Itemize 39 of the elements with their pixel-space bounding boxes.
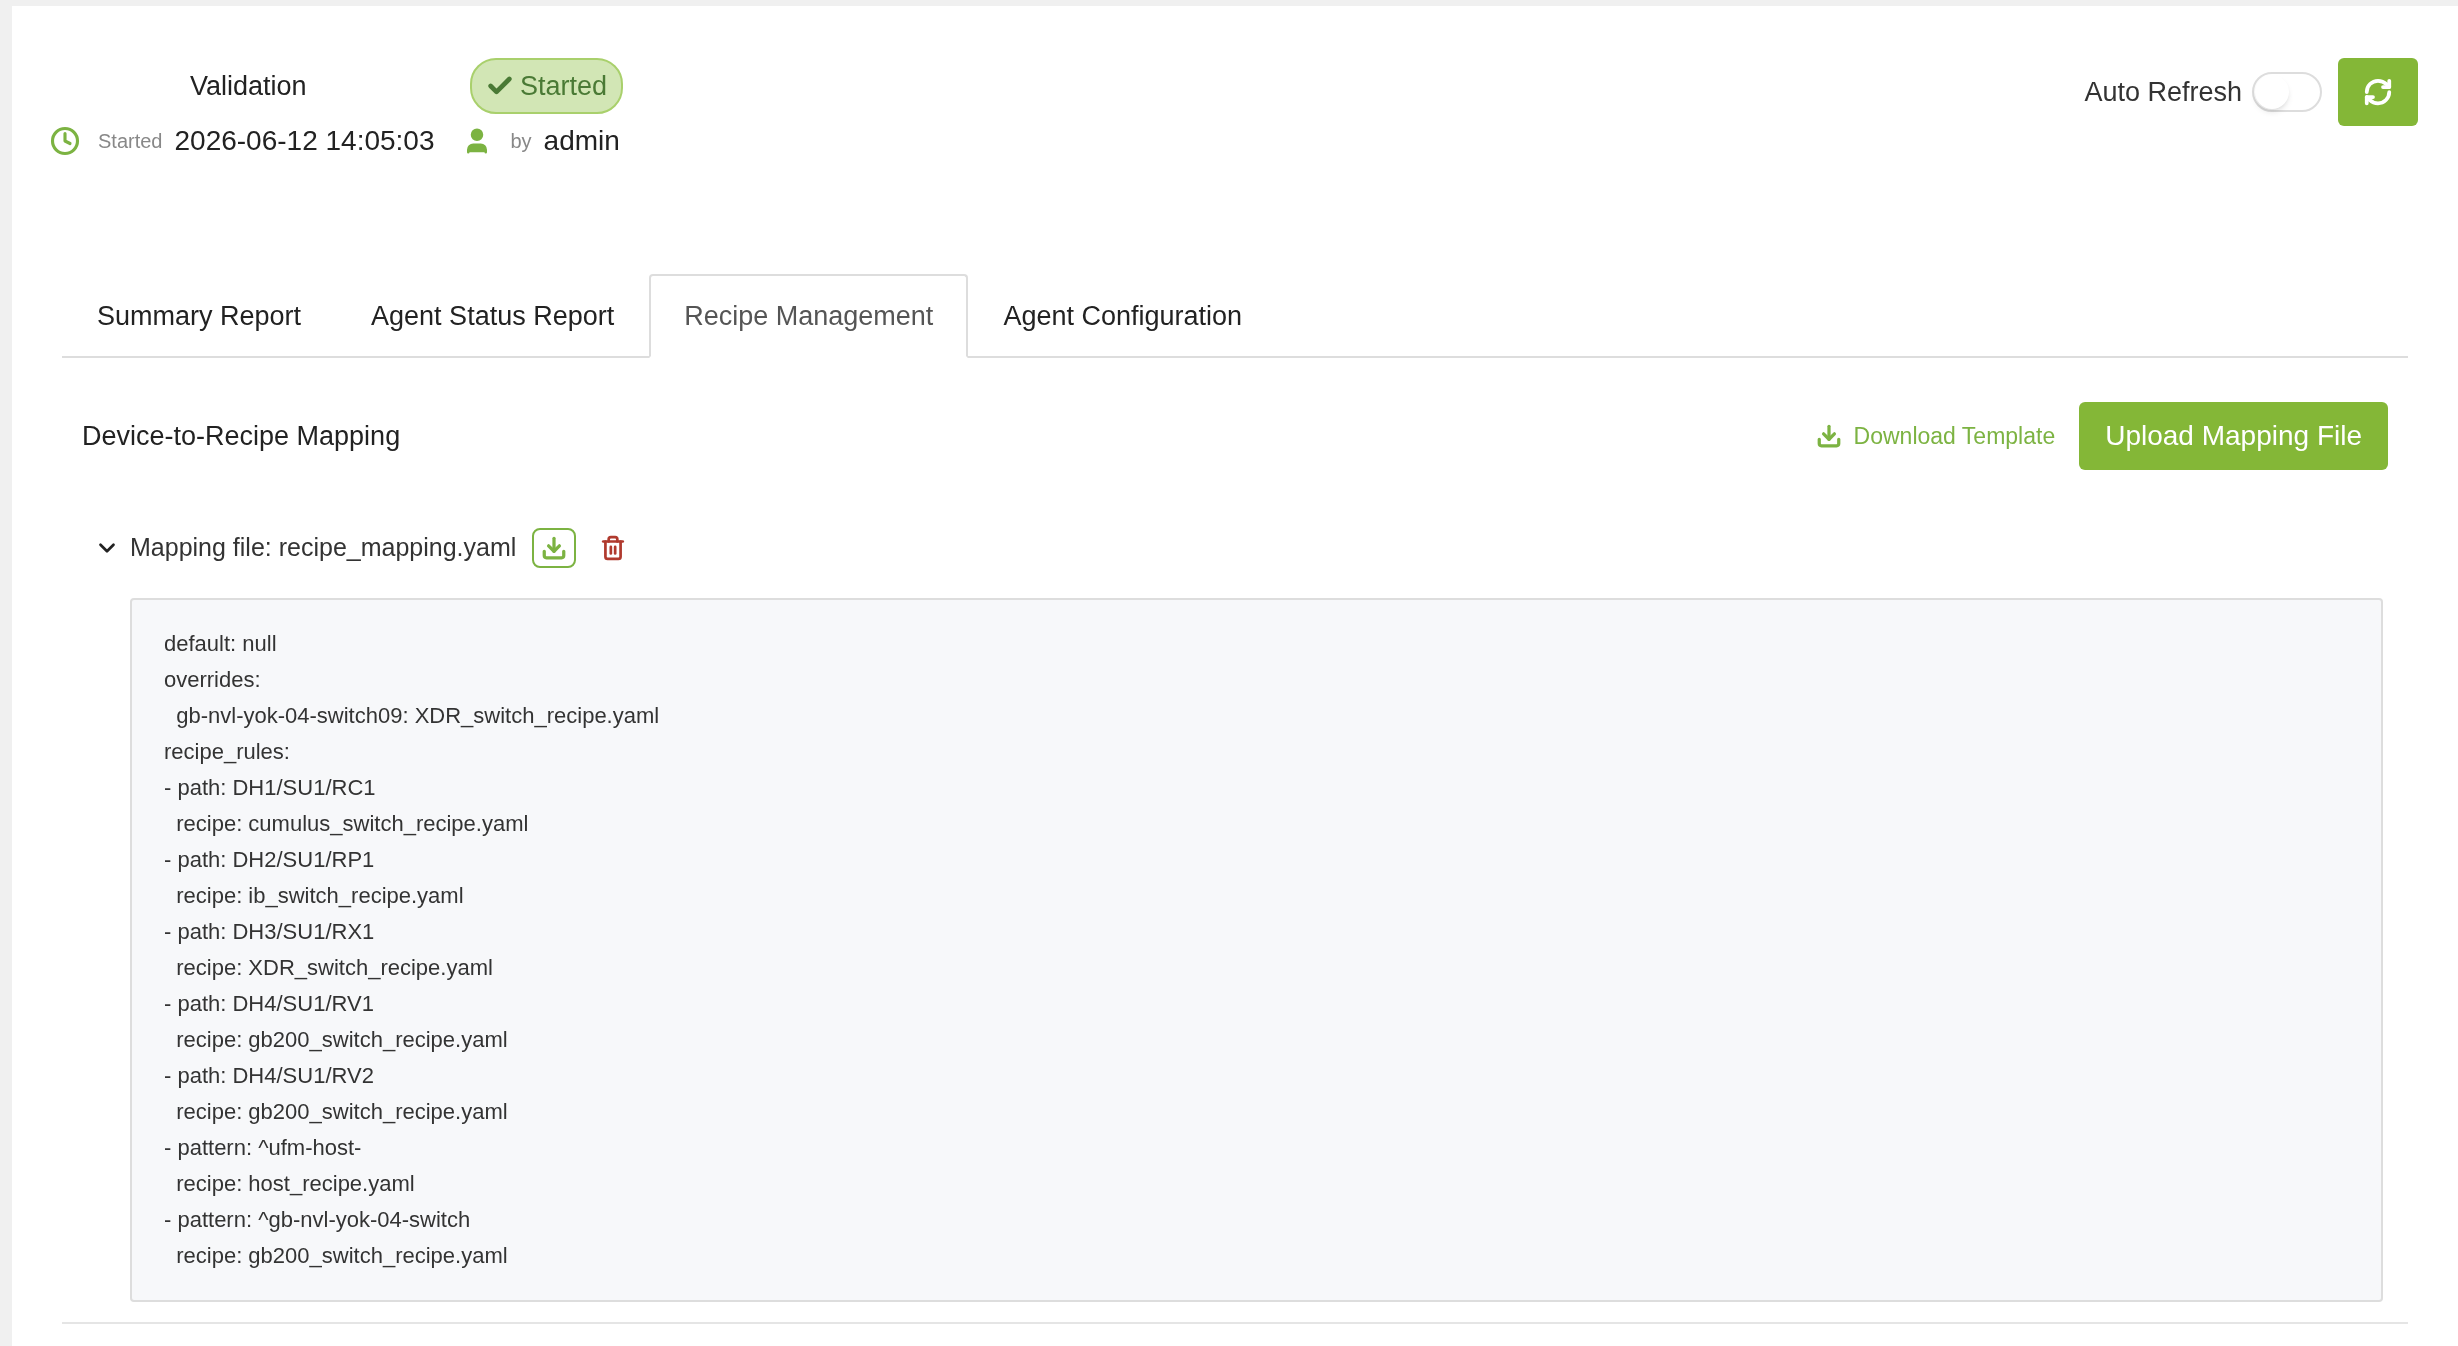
user-name: admin — [543, 124, 620, 158]
code-line: recipe: host_recipe.yaml — [175, 1170, 415, 1198]
code-line: recipe: ib_switch_recipe.yaml — [175, 882, 464, 910]
code-line: - path: DH2/SU1/RP1 — [164, 846, 375, 874]
refresh-icon — [2363, 77, 2393, 107]
tab[interactable]: Agent Configuration — [968, 274, 1278, 358]
code-line: gb-nvl-yok-04-switch09: XDR_switch_recipe.yaml — [175, 702, 660, 730]
code-line: - path: DH4/SU1/RV1 — [164, 990, 374, 1018]
download-button[interactable] — [532, 528, 577, 568]
status-badge: Started — [470, 58, 624, 114]
code-line: - pattern: ^ufm-host- — [164, 1134, 362, 1162]
delete-icon[interactable] — [600, 535, 627, 561]
started-label: Started — [98, 129, 163, 154]
clock-icon — [50, 126, 80, 156]
code-line: recipe_rules: — [164, 738, 290, 766]
download-icon — [1815, 423, 1842, 449]
page-title: Validation — [190, 69, 308, 103]
code-line: - pattern: ^gb-nvl-yok-04-switch — [164, 1206, 471, 1234]
code-line: recipe: gb200_switch_recipe.yaml — [175, 1242, 508, 1270]
section-title: Device-to-Recipe Mapping — [82, 419, 401, 453]
code-line: - path: DH4/SU1/RV2 — [164, 1062, 374, 1090]
started-time: 2026-06-12 14:05:03 — [174, 124, 435, 158]
code-line: recipe: gb200_switch_recipe.yaml — [175, 1098, 508, 1126]
tab[interactable]: Recipe Management — [649, 274, 969, 358]
tab[interactable]: Summary Report — [62, 274, 337, 358]
code-line: recipe: cumulus_switch_recipe.yaml — [175, 810, 529, 838]
code-line: - path: DH3/SU1/RX1 — [164, 918, 375, 946]
by-label: by — [510, 129, 532, 154]
tab[interactable]: Agent Status Report — [336, 274, 650, 358]
download-icon — [541, 535, 568, 561]
code-line: recipe: gb200_switch_recipe.yaml — [175, 1026, 508, 1054]
mapping-file-label: Mapping file: recipe_mapping.yaml — [130, 532, 517, 564]
code-line: - path: DH1/SU1/RC1 — [164, 774, 376, 802]
refresh-button[interactable] — [2338, 58, 2418, 126]
code-line: default: null — [164, 630, 277, 658]
auto-refresh-label: Auto Refresh — [2084, 75, 2242, 109]
code-line: overrides: — [164, 666, 261, 694]
code-line: recipe: XDR_switch_recipe.yaml — [175, 954, 493, 982]
auto-refresh-toggle[interactable] — [2252, 72, 2322, 112]
